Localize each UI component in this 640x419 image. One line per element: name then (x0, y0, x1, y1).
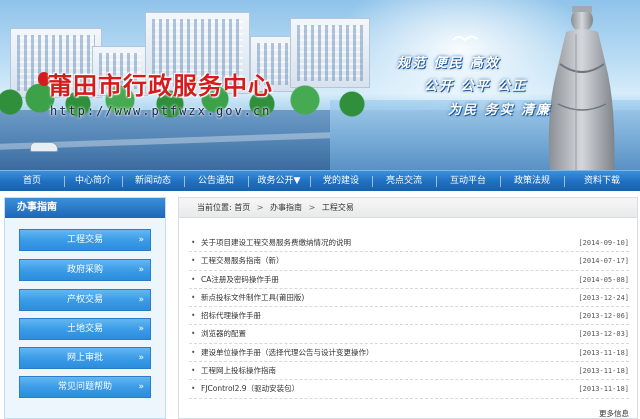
news-date: [2013-12-03] (578, 330, 629, 339)
sidebar-item-label: 网上审批 (66, 353, 103, 363)
breadcrumb-separator: > (308, 203, 316, 212)
list-item[interactable]: • 浏览器的配置 [2013-12-03] (189, 325, 629, 344)
building-image (290, 18, 370, 88)
breadcrumb-separator: > (256, 203, 264, 212)
news-date: [2013-12-06] (578, 312, 629, 321)
sidebar-item-label: 常见问题帮助 (57, 382, 112, 392)
sidebar-item-property[interactable]: 产权交易 » (19, 289, 151, 311)
arrow-right-icon: » (138, 265, 144, 275)
breadcrumb: 当前位置: 首页 > 办事指南 > 工程交易 (179, 198, 637, 218)
list-item[interactable]: • 招标代理操作手册 [2013-12-06] (189, 307, 629, 326)
news-date: [2014-09-10] (578, 239, 629, 247)
news-date: [2013-12-24] (578, 293, 629, 302)
news-title-link[interactable]: 新点投标文件制作工具(莆田版) (201, 289, 304, 307)
breadcrumb-item-current: 工程交易 (321, 203, 354, 212)
bullet-icon: • (191, 274, 196, 284)
news-date: [2013-11-18] (578, 385, 629, 394)
more-link[interactable]: 更多信息 (599, 408, 629, 419)
bullet-icon: • (191, 256, 196, 266)
main-nav: 首页 中心简介 新闻动态 公告通知 政务公开▼ 党的建设 亮点交流 互动平台 政… (0, 170, 640, 191)
nav-item-news[interactable]: 新闻动态 (122, 171, 184, 192)
nav-item-downloads[interactable]: 资料下载 (564, 171, 640, 192)
news-title-link[interactable]: 关于项目建设工程交易服务费缴纳情况的说明 (201, 234, 351, 252)
news-title-link[interactable]: 工程网上投标操作指南 (201, 362, 276, 380)
list-item[interactable]: • 工程网上投标操作指南 [2013-11-18] (189, 362, 629, 381)
list-item[interactable]: • 工程交易服务指南（新） [2014-07-17] (189, 252, 629, 271)
breadcrumb-prefix: 当前位置: (197, 203, 232, 212)
news-date: [2013-11-18] (578, 367, 629, 376)
news-title-link[interactable]: 工程交易服务指南（新） (201, 252, 284, 270)
header-banner: 莆田市行政服务中心 http://www.ptfwzx.gov.cn 规范 便民… (0, 0, 640, 170)
bullet-icon: • (191, 366, 196, 376)
arrow-right-icon: » (138, 353, 144, 363)
news-title-link[interactable]: 建设单位操作手册（选择代理公告与设计变更操作） (201, 344, 374, 362)
news-title-link[interactable]: 招标代理操作手册 (201, 307, 261, 325)
sidebar-item-label: 政府采购 (66, 265, 103, 275)
sidebar-heading: 办事指南 (5, 198, 165, 218)
list-item[interactable]: • 关于项目建设工程交易服务费缴纳情况的说明 [2014-09-10] (189, 234, 629, 253)
main-content: 当前位置: 首页 > 办事指南 > 工程交易 • 关于项目建设工程交易服务费缴纳… (178, 197, 638, 419)
sidebar-item-land[interactable]: 土地交易 » (19, 318, 151, 340)
slogan-line: 规范 便民 高效 (397, 56, 501, 71)
news-date: [2013-11-18] (578, 348, 629, 357)
breadcrumb-item-home[interactable]: 首页 (234, 203, 250, 212)
slogan-line: 为民 务实 清廉 (448, 103, 552, 118)
sidebar-item-label: 产权交易 (66, 295, 103, 305)
sidebar-item-faq[interactable]: 常见问题帮助 » (19, 376, 151, 398)
seagull-icon (452, 35, 478, 42)
news-title-link[interactable]: FJControl2.9（驱动安装包） (201, 380, 299, 398)
sidebar-item-engineering[interactable]: 工程交易 » (19, 229, 151, 251)
bullet-icon: • (191, 311, 196, 321)
news-title-link[interactable]: 浏览器的配置 (201, 325, 246, 343)
site-url: http://www.ptfwzx.gov.cn (50, 104, 272, 118)
sidebar-item-procurement[interactable]: 政府采购 » (19, 259, 151, 281)
arrow-right-icon: » (138, 295, 144, 305)
list-item[interactable]: • 建设单位操作手册（选择代理公告与设计变更操作） [2013-11-18] (189, 344, 629, 363)
nav-item-notices[interactable]: 公告通知 (184, 171, 248, 192)
nav-item-highlights[interactable]: 亮点交流 (372, 171, 436, 192)
slogan-line: 公开 公平 公正 (424, 79, 528, 94)
list-item[interactable]: • CA注册及密码操作手册 [2014-05-08] (189, 271, 629, 289)
news-date: [2014-05-08] (578, 275, 629, 284)
sidebar-item-online-approval[interactable]: 网上审批 » (19, 347, 151, 369)
news-list: • 关于项目建设工程交易服务费缴纳情况的说明 [2014-09-10] • 工程… (189, 234, 629, 399)
list-item[interactable]: • 新点投标文件制作工具(莆田版) [2013-12-24] (189, 289, 629, 308)
nav-item-about[interactable]: 中心简介 (64, 171, 122, 192)
list-item[interactable]: • FJControl2.9（驱动安装包） [2013-11-18] (189, 380, 629, 399)
arrow-right-icon: » (138, 382, 144, 392)
nav-item-gov-affairs[interactable]: 政务公开▼ (248, 171, 310, 192)
bullet-icon: • (191, 384, 196, 394)
arrow-right-icon: » (138, 324, 144, 334)
breadcrumb-item-guide[interactable]: 办事指南 (270, 203, 302, 212)
nav-item-policy[interactable]: 政策法规 (500, 171, 564, 192)
sidebar-item-label: 工程交易 (66, 235, 103, 245)
bullet-icon: • (191, 347, 196, 357)
nav-item-interaction[interactable]: 互动平台 (436, 171, 500, 192)
arrow-right-icon: » (138, 235, 144, 245)
sidebar-item-label: 土地交易 (66, 324, 103, 334)
statue-image (548, 6, 615, 170)
bullet-icon: • (191, 329, 196, 339)
sidebar: 办事指南 工程交易 » 政府采购 » 产权交易 » 土地交易 » 网上审批 » … (4, 197, 166, 419)
nav-item-party[interactable]: 党的建设 (310, 171, 372, 192)
news-title-link[interactable]: CA注册及密码操作手册 (201, 271, 279, 289)
car-image (30, 142, 58, 152)
nav-item-home[interactable]: 首页 (0, 171, 64, 192)
bullet-icon: • (191, 292, 196, 302)
bullet-icon: • (191, 238, 196, 247)
site-title: 莆田市行政服务中心 (48, 72, 273, 100)
news-date: [2014-07-17] (578, 257, 629, 266)
